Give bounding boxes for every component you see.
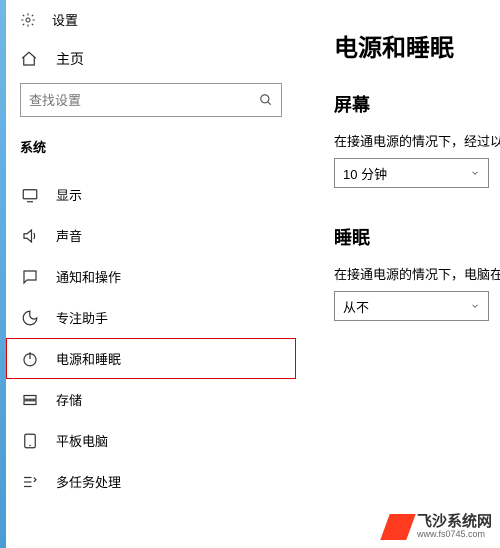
page-title: 电源和睡眠 <box>334 28 492 63</box>
sidebar-item-label: 声音 <box>56 226 82 245</box>
sidebar-item-label: 多任务处理 <box>56 472 121 491</box>
sidebar-item-label: 电源和睡眠 <box>56 349 121 368</box>
settings-content: 电源和睡眠 屏幕 在接通电源的情况下，经过以 10 分钟 睡眠 在接通电源的情况… <box>320 0 500 548</box>
sidebar-item-label: 平板电脑 <box>56 431 108 450</box>
screen-timeout-dropdown[interactable]: 10 分钟 <box>334 158 489 188</box>
sidebar-item-label: 通知和操作 <box>56 267 121 286</box>
dropdown-value: 从不 <box>343 297 369 316</box>
watermark-name: 飞沙系统网 <box>417 514 492 531</box>
focus-assist-icon <box>20 309 40 327</box>
power-icon <box>20 350 40 368</box>
group-system: 系统 <box>6 133 296 174</box>
window-title-row: 设置 <box>6 8 296 39</box>
watermark: 飞沙系统网 www.fs0745.com <box>385 514 492 540</box>
settings-sidebar: 设置 主页 系统 显示 声音 通知和操作 <box>6 0 296 548</box>
sleep-timeout-dropdown[interactable]: 从不 <box>334 291 489 321</box>
sidebar-item-focus[interactable]: 专注助手 <box>6 297 296 338</box>
display-icon <box>20 186 40 204</box>
home-icon <box>20 50 40 68</box>
dropdown-value: 10 分钟 <box>343 164 387 183</box>
sidebar-item-label: 存储 <box>56 390 82 409</box>
home-link[interactable]: 主页 <box>6 39 296 83</box>
search-box[interactable] <box>20 83 282 117</box>
sidebar-item-power[interactable]: 电源和睡眠 <box>6 338 296 379</box>
chevron-down-icon <box>470 301 480 311</box>
sidebar-item-multitask[interactable]: 多任务处理 <box>6 461 296 502</box>
sound-icon <box>20 227 40 245</box>
notification-icon <box>20 268 40 286</box>
tablet-icon <box>20 432 40 450</box>
watermark-url: www.fs0745.com <box>417 530 492 540</box>
section-heading-sleep: 睡眠 <box>334 224 492 250</box>
sidebar-item-label: 显示 <box>56 185 82 204</box>
sidebar-item-notifications[interactable]: 通知和操作 <box>6 256 296 297</box>
sidebar-item-tablet[interactable]: 平板电脑 <box>6 420 296 461</box>
search-input[interactable] <box>29 93 259 108</box>
search-icon <box>259 93 273 107</box>
screen-desc: 在接通电源的情况下，经过以 <box>334 131 492 150</box>
window-title: 设置 <box>52 10 78 29</box>
sidebar-item-label: 专注助手 <box>56 308 108 327</box>
section-heading-screen: 屏幕 <box>334 91 492 117</box>
storage-icon <box>20 391 40 409</box>
sidebar-item-sound[interactable]: 声音 <box>6 215 296 256</box>
sidebar-item-storage[interactable]: 存储 <box>6 379 296 420</box>
multitask-icon <box>20 473 40 491</box>
watermark-logo-icon <box>380 514 415 540</box>
sleep-desc: 在接通电源的情况下，电脑在 <box>334 264 492 283</box>
sidebar-item-display[interactable]: 显示 <box>6 174 296 215</box>
chevron-down-icon <box>470 168 480 178</box>
settings-icon <box>20 12 38 28</box>
home-label: 主页 <box>56 49 84 69</box>
